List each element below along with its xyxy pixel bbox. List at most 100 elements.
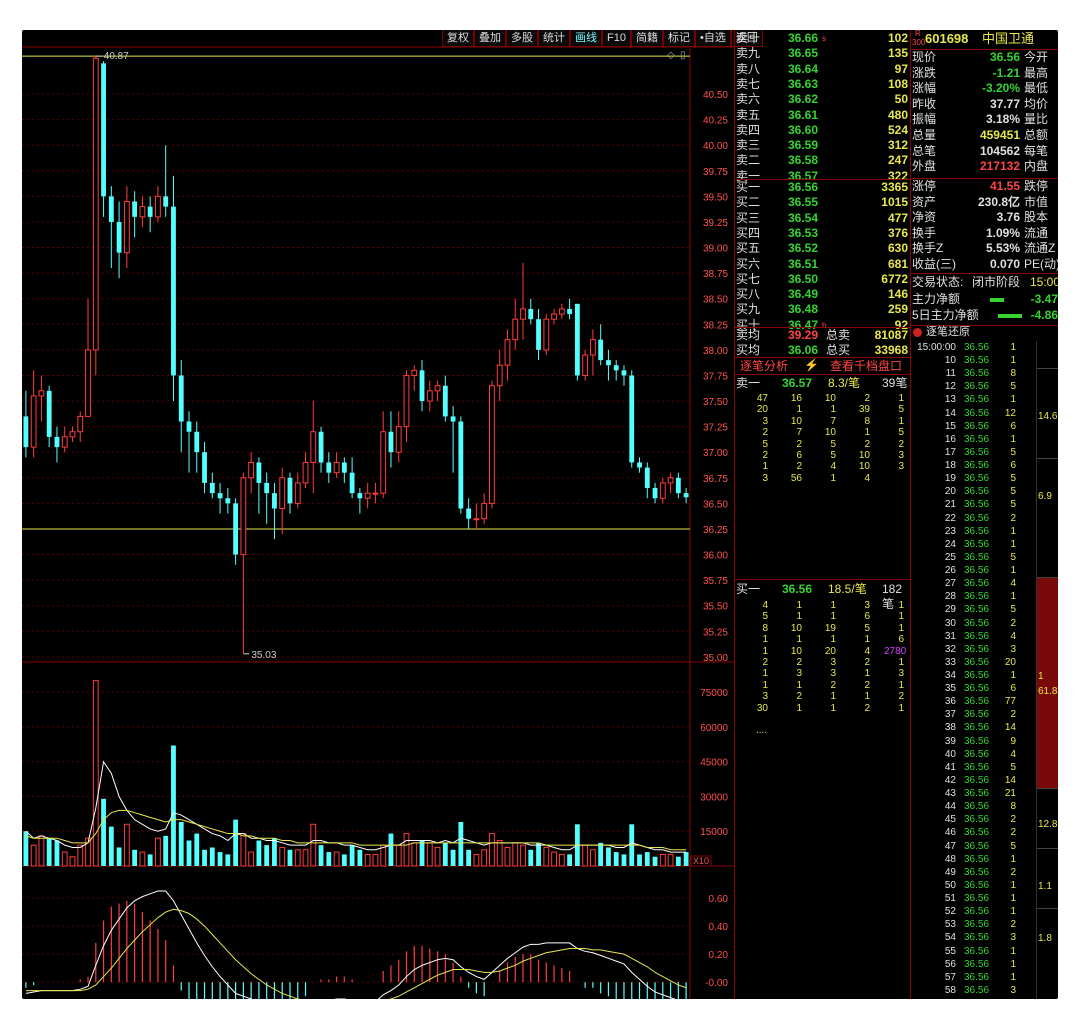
quote-label: 换手Z xyxy=(912,241,944,256)
tick-volume: 1 xyxy=(898,657,904,668)
fund-label: 5日主力净额 xyxy=(912,307,979,322)
orderbook-row[interactable]: 买二 36.55 1015 xyxy=(736,195,910,210)
tick-volume: 1 xyxy=(898,679,904,691)
tick-analysis-tab[interactable]: 逐笔分析 xyxy=(740,360,788,373)
macd-tick-label: 0.40 xyxy=(709,922,729,933)
volume-bar-up xyxy=(310,823,317,867)
volume-tick-label: 60000 xyxy=(700,723,728,734)
level-volume: 630 xyxy=(887,241,908,256)
tick-volume: 10 xyxy=(858,461,870,473)
trade-time: 53 xyxy=(944,919,956,931)
toolbar-button[interactable]: 叠加 xyxy=(474,30,506,47)
side-label: 1.1 xyxy=(1038,881,1052,892)
level-label: 卖一 xyxy=(736,376,761,390)
orderbook-row[interactable]: 买九 36.48 259 xyxy=(736,302,910,317)
orderbook-row[interactable]: 买八 36.49 146 xyxy=(736,287,910,302)
badge-300: 300 xyxy=(912,38,926,47)
toolbar-button[interactable]: 画线 xyxy=(570,30,602,47)
orderbook-row[interactable]: 买一 36.56 3365 xyxy=(736,180,910,195)
orderbook-row[interactable]: 卖八 36.64 97 xyxy=(736,62,910,77)
trade-price: 36.56 xyxy=(964,735,990,747)
level-label: 卖四 xyxy=(736,122,761,137)
quote-label: 总量 xyxy=(912,128,937,142)
tick-volume: 3 xyxy=(762,472,768,484)
trade-time: 37 xyxy=(944,709,956,721)
tick-volume: 1 xyxy=(898,702,904,714)
candle-body-down xyxy=(23,416,29,448)
divider xyxy=(1037,908,1058,909)
depth-book-tab[interactable]: 查看千档盘口 xyxy=(830,360,902,373)
level-price: 36.56 xyxy=(782,582,813,596)
quote-row: 资产 230.8亿 市值 xyxy=(912,195,1058,211)
toolbar-button[interactable]: 简籍 xyxy=(630,30,663,47)
trade-time: 17 xyxy=(944,446,956,458)
orderbook-row[interactable]: 买三 36.54 477 xyxy=(736,211,910,226)
toolbar-button[interactable]: 多股 xyxy=(506,30,538,47)
volume-bar-down xyxy=(450,849,456,866)
toolbar-button[interactable]: •自选 xyxy=(694,30,731,47)
toolbar-button[interactable]: 标记 xyxy=(662,30,695,47)
orderbook-row[interactable]: 买五 36.52 630 xyxy=(736,241,910,256)
candle-body-down xyxy=(132,201,138,217)
volume-bar-down xyxy=(217,852,223,866)
orderbook-row[interactable]: 买七 36.50 6772 xyxy=(736,272,910,287)
candle-body-up xyxy=(504,339,511,366)
volume-bar-down xyxy=(209,847,215,866)
status-label: 交易状态: xyxy=(912,275,964,289)
quote-label: 资产 xyxy=(912,194,937,209)
toolbar-button[interactable]: 复权 xyxy=(442,30,474,47)
candle-body-up xyxy=(69,431,76,438)
volume-bar-up xyxy=(434,846,441,867)
orderbook-row[interactable]: 卖九 36.65 135 xyxy=(736,46,910,61)
macd-tick-label: 0.20 xyxy=(709,950,729,961)
total-label: 总卖 xyxy=(826,328,851,342)
tick-distribution-row: 2 6 5 10 3 xyxy=(736,450,910,461)
tick-volume: 3 xyxy=(796,668,802,680)
level-label: 卖二 xyxy=(736,153,761,168)
kline-chart[interactable]: 40.50 40.25 40.00 39.75 39.50 39.25 39.00 38.75… xyxy=(22,30,734,999)
orderbook-row[interactable]: 卖十 36.66 s 102 xyxy=(736,31,910,46)
price-tick-label: 37.50 xyxy=(703,397,728,408)
orderbook-row[interactable]: 卖二 36.58 247 xyxy=(736,153,910,168)
orderbook-row[interactable]: 买六 36.51 681 xyxy=(736,257,910,272)
trade-volume: 5 xyxy=(1010,499,1016,511)
toolbar-button[interactable]: F10 xyxy=(602,30,631,47)
orderbook-row[interactable]: 卖六 36.62 50 xyxy=(736,92,910,107)
toolbar-button[interactable]: 统计 xyxy=(538,30,570,47)
volume-bar-up xyxy=(123,823,130,867)
trade-price: 36.56 xyxy=(964,879,990,891)
tick-volume: 1 xyxy=(762,645,768,657)
orderbook-row[interactable]: 卖四 36.60 524 xyxy=(736,123,910,138)
volume-bar-up xyxy=(512,842,519,867)
price-tick-label: 38.75 xyxy=(703,269,728,280)
orderbook-row[interactable]: 卖三 36.59 312 xyxy=(736,138,910,153)
orderbook-row[interactable]: 卖五 36.61 480 xyxy=(736,108,910,123)
level-label: 卖七 xyxy=(736,76,761,91)
tick-volume: 10 xyxy=(824,427,836,439)
candle-body-down xyxy=(466,508,472,519)
tick-distribution-row: 1 1 1 1 6 xyxy=(736,634,910,645)
tick-volume: 2 xyxy=(762,657,768,668)
orderbook-row[interactable]: 卖七 36.63 108 xyxy=(736,77,910,92)
trade-price: 36.56 xyxy=(964,761,990,773)
divider xyxy=(734,579,910,580)
trade-volume: 14 xyxy=(1004,774,1016,786)
tick-volume: 10 xyxy=(790,415,802,427)
level-price: 36.59 xyxy=(788,138,819,153)
trade-volume: 5 xyxy=(1010,551,1016,563)
trade-price: 36.56 xyxy=(964,958,990,970)
level-volume: 146 xyxy=(887,287,908,302)
volume-bar-up xyxy=(333,851,340,867)
trade-price: 36.56 xyxy=(964,407,990,419)
orderbook-row[interactable]: 买四 36.53 376 xyxy=(736,226,910,241)
trade-time: 51 xyxy=(944,893,956,905)
quote-row: 换手Z 5.53% 流通Z xyxy=(912,241,1058,257)
tick-volume: 2 xyxy=(864,393,870,404)
quote-row: 总量 459451 总额 xyxy=(912,128,1058,144)
fund-flow-row: 主力净额 -3.47 xyxy=(912,292,1058,308)
collapse-icon[interactable] xyxy=(913,328,922,337)
stock-code: 601698 xyxy=(925,31,969,46)
trade-time: 34 xyxy=(944,670,956,681)
trade-time: 54 xyxy=(944,932,956,944)
quote-label-right: 均价 xyxy=(1024,96,1049,111)
